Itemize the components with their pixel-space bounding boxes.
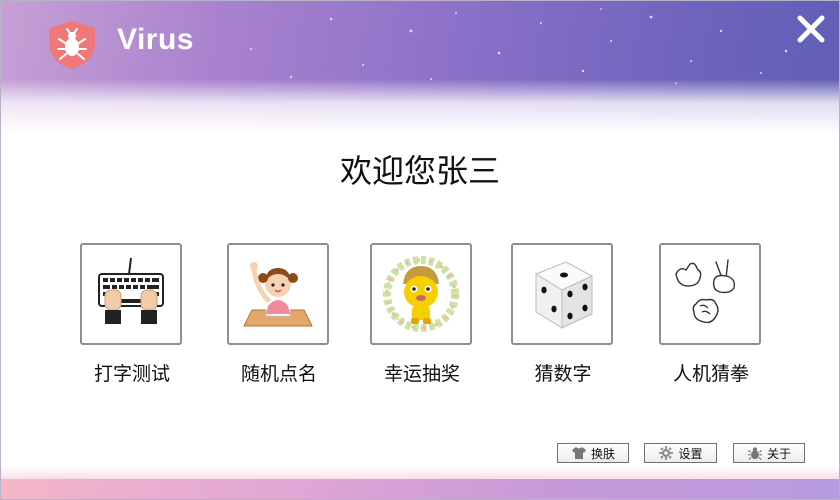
lucky-draw-button[interactable]: 幸运抽奖 xyxy=(370,243,474,385)
app-title: Virus xyxy=(117,23,194,56)
feature-label: 随机点名 xyxy=(240,363,317,385)
typing-test-button[interactable]: 打字测试 xyxy=(80,243,184,385)
feature-tile[interactable] xyxy=(370,243,472,345)
feature-label: 幸运抽奖 xyxy=(383,363,460,385)
random-roll-call-button[interactable]: 随机点名 xyxy=(227,243,331,385)
feature-tile[interactable] xyxy=(80,243,182,345)
feature-tile[interactable] xyxy=(227,243,329,345)
settings-button[interactable]: 设置 xyxy=(644,443,717,463)
rock-paper-scissors-button[interactable]: 人机猜拳 xyxy=(659,243,763,385)
gear-icon xyxy=(659,446,674,460)
feature-tile[interactable] xyxy=(511,243,613,345)
dice-icon xyxy=(534,261,594,329)
tshirt-icon xyxy=(571,447,586,459)
skin-button[interactable]: 换肤 xyxy=(557,443,629,463)
rock-paper-scissors-icon xyxy=(675,259,736,324)
feature-tile[interactable] xyxy=(659,243,761,345)
skin-button-label: 换肤 xyxy=(590,446,615,461)
close-icon xyxy=(797,15,825,43)
feature-label: 人机猜拳 xyxy=(672,363,749,385)
about-button[interactable]: 关于 xyxy=(733,443,805,463)
close-button[interactable] xyxy=(795,13,827,45)
bug-icon xyxy=(747,447,762,460)
welcome-message: 欢迎您张三 xyxy=(339,152,500,190)
footer-strip xyxy=(1,467,839,499)
settings-button-label: 设置 xyxy=(678,446,703,461)
header-banner: Virus xyxy=(1,1,839,151)
girl-raising-hand-icon xyxy=(243,262,313,327)
feature-label: 猜数字 xyxy=(534,363,592,385)
shield-bug-icon xyxy=(45,19,99,71)
lucky-mascot-icon xyxy=(383,256,459,332)
keyboard-hands-icon xyxy=(98,257,164,324)
feature-label: 打字测试 xyxy=(93,363,170,385)
about-button-label: 关于 xyxy=(766,446,791,461)
main-window: Virus 欢迎您张三 打字测试 随机点名 幸运抽奖 猜数字 人机猜拳 换肤 设… xyxy=(0,0,840,500)
guess-number-button[interactable]: 猜数字 xyxy=(511,243,615,385)
